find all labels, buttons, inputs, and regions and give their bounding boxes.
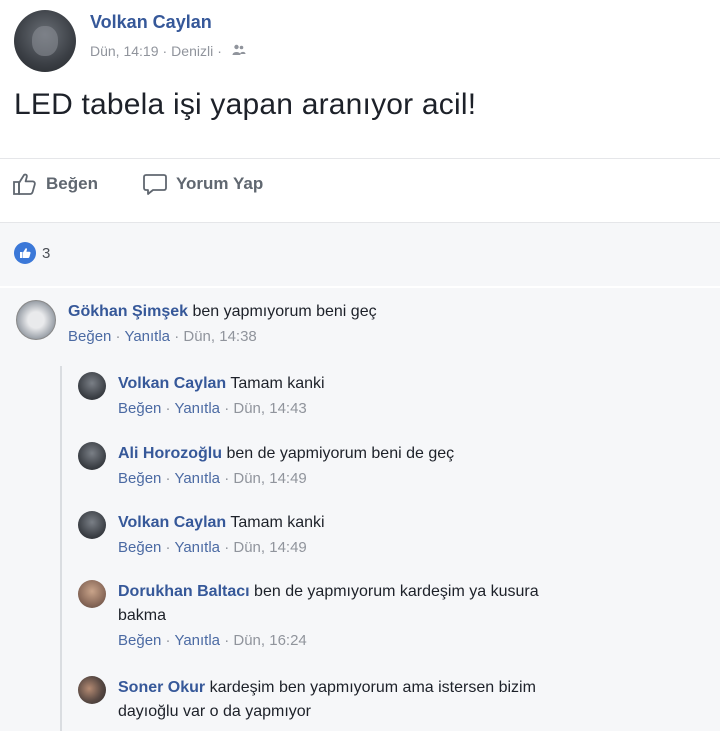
like-button[interactable]: Beğen xyxy=(12,172,98,196)
reply-reply-link[interactable]: Yanıtla xyxy=(174,632,220,649)
reply-reply-link[interactable]: Yanıtla xyxy=(174,539,220,556)
reply-text: ben de yapmiyorum beni de geç xyxy=(226,445,455,462)
comments-area xyxy=(0,288,720,731)
comment-like-link[interactable]: Beğen xyxy=(68,328,111,345)
reply-time[interactable]: Dün, 14:49 xyxy=(233,470,306,487)
comment-line: Gökhan Şimşek ben yapmıyorum beni geç xyxy=(68,300,377,324)
author-avatar[interactable] xyxy=(14,10,76,72)
reply-time[interactable]: Dün, 16:24 xyxy=(233,632,306,649)
reply: Volkan Caylan Tamam kanki Beğen · Yanıtl… xyxy=(78,511,325,556)
reply-avatar[interactable] xyxy=(78,372,106,400)
post-time[interactable]: Dün, 14:19 xyxy=(90,43,159,59)
meta-separator: · xyxy=(217,43,222,59)
reply-line: Volkan Caylan Tamam kanki xyxy=(118,372,325,396)
reply-meta: Beğen · Yanıtla · Dün, 14:43 xyxy=(118,400,307,417)
reply-avatar[interactable] xyxy=(78,676,106,704)
meta-separator: · xyxy=(162,43,168,59)
reply: Soner Okur kardeşim ben yapmıyorum ama i… xyxy=(78,676,536,724)
reply-author[interactable]: Soner Okur xyxy=(118,679,205,696)
reply-text: kardeşim ben yapmıyorum ama istersen biz… xyxy=(209,679,536,696)
commenter-name[interactable]: Gökhan Şimşek xyxy=(68,303,188,320)
reply-author[interactable]: Volkan Caylan xyxy=(118,375,226,392)
author-name[interactable]: Volkan Caylan xyxy=(90,12,246,33)
comment-icon xyxy=(143,174,167,195)
reply-text: Tamam kanki xyxy=(230,375,325,392)
reply-text: Tamam kanki xyxy=(230,514,325,531)
reply-time[interactable]: Dün, 14:43 xyxy=(233,400,306,417)
comment-reply-link[interactable]: Yanıtla xyxy=(124,328,170,345)
reply-time[interactable]: Dün, 14:49 xyxy=(233,539,306,556)
author-block: Volkan Caylan Dün, 14:19 · Denizli · xyxy=(90,10,246,72)
reply-like-link[interactable]: Beğen xyxy=(118,400,161,417)
reaction-count: 3 xyxy=(42,244,51,262)
reply-line: Dorukhan Baltacı ben de yapmıyorum karde… xyxy=(118,580,539,604)
reactions-summary[interactable]: 3 xyxy=(14,242,50,264)
commenter-avatar[interactable] xyxy=(16,300,56,340)
reply-meta: Beğen · Yanıtla · Dün, 16:24 xyxy=(118,632,307,649)
reply-avatar[interactable] xyxy=(78,442,106,470)
reply-line-continued: dayıoğlu var o da yapmıyor xyxy=(118,703,311,720)
reply-author[interactable]: Dorukhan Baltacı xyxy=(118,583,250,600)
reply-like-link[interactable]: Beğen xyxy=(118,470,161,487)
post-location[interactable]: Denizli xyxy=(171,43,213,59)
reply-like-link[interactable]: Beğen xyxy=(118,539,161,556)
reply: Volkan Caylan Tamam kanki Beğen · Yanıtl… xyxy=(78,372,325,417)
reply: Dorukhan Baltacı ben de yapmıyorum karde… xyxy=(78,580,539,649)
comment-time[interactable]: Dün, 14:38 xyxy=(183,328,256,345)
reply-thread-line xyxy=(60,366,62,731)
like-label: Beğen xyxy=(46,174,98,193)
reactions-band xyxy=(0,222,720,286)
comment-button[interactable]: Yorum Yap xyxy=(142,172,263,196)
reply: Ali Horozoğlu ben de yapmiyorum beni de … xyxy=(78,442,454,487)
comment: Gökhan Şimşek ben yapmıyorum beni geç Be… xyxy=(16,300,377,345)
reply-author[interactable]: Volkan Caylan xyxy=(118,514,226,531)
reply-meta: Beğen · Yanıtla · Dün, 14:49 xyxy=(118,470,307,487)
comment-meta: Beğen · Yanıtla · Dün, 14:38 xyxy=(68,328,257,345)
like-icon xyxy=(14,242,36,264)
reply-author[interactable]: Ali Horozoğlu xyxy=(118,445,222,462)
reply-meta: Beğen · Yanıtla · Dün, 14:49 xyxy=(118,539,307,556)
post-text: LED tabela işi yapan aranıyor acil! xyxy=(14,88,477,121)
divider xyxy=(0,158,720,159)
reply-avatar[interactable] xyxy=(78,580,106,608)
reply-line-continued: bakma xyxy=(118,607,167,624)
comment-label: Yorum Yap xyxy=(175,174,264,193)
post-header: Volkan Caylan Dün, 14:19 · Denizli · xyxy=(14,10,246,72)
reply-reply-link[interactable]: Yanıtla xyxy=(174,400,220,417)
comment-text: ben yapmıyorum beni geç xyxy=(192,303,377,320)
reply-reply-link[interactable]: Yanıtla xyxy=(174,470,220,487)
reply-text: ben de yapmıyorum kardeşim ya kusura xyxy=(254,583,539,600)
thumbs-up-icon xyxy=(13,173,36,195)
reply-line: Ali Horozoğlu ben de yapmiyorum beni de … xyxy=(118,442,454,466)
reply-line: Soner Okur kardeşim ben yapmıyorum ama i… xyxy=(118,676,536,700)
reply-like-link[interactable]: Beğen xyxy=(118,632,161,649)
friends-icon[interactable] xyxy=(232,44,246,59)
post-meta: Dün, 14:19 · Denizli · xyxy=(90,43,246,59)
reply-avatar[interactable] xyxy=(78,511,106,539)
post-actions: Beğen Yorum Yap xyxy=(12,172,307,196)
reply-line: Volkan Caylan Tamam kanki xyxy=(118,511,325,535)
